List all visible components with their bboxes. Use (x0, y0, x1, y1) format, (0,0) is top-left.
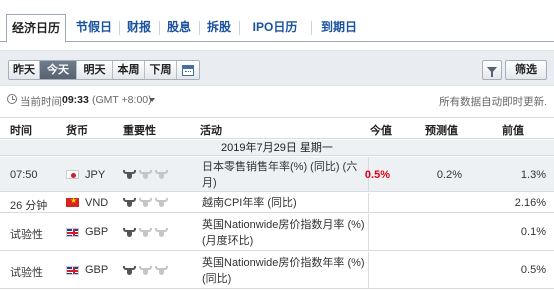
yesterday-button[interactable]: 昨天 (9, 61, 40, 79)
event-name-link[interactable]: 英国Nationwide房价指数月率 (%) (月度环比) (202, 217, 366, 249)
column-header-importance[interactable]: 重要性 (123, 122, 156, 138)
calendar-tab-bar: 经济日历 节假日 财报 股息 拆股 IPO日历 到期日 (0, 14, 554, 43)
date-group-label: 2019年7月29日 星期一 (221, 142, 333, 154)
date-range-selector: 昨天 今天 明天 本周 下周 (8, 60, 200, 80)
tab-holidays[interactable]: 节假日 (72, 14, 116, 42)
bull-icon (123, 198, 136, 207)
bull-icon (123, 266, 136, 275)
importance-rating (123, 266, 168, 275)
tab-divider (311, 21, 312, 35)
auto-update-note: 所有数据自动即时更新. (439, 96, 547, 108)
tab-expiration[interactable]: 到期日 (314, 14, 364, 42)
column-header-actual[interactable]: 今值 (370, 122, 392, 138)
event-time: 26 分钟 (10, 200, 48, 212)
column-divider (368, 214, 369, 250)
column-divider (368, 252, 369, 288)
event-time: 试验性 (10, 267, 43, 279)
date-range-toolbar: 昨天 今天 明天 本周 下周 筛选 (0, 50, 554, 86)
calendar-picker-button[interactable] (177, 61, 199, 79)
tab-divider (119, 21, 120, 35)
clock-icon (7, 94, 17, 104)
table-row[interactable]: 26 分钟 VND 越南CPI年率 (同比) 2.16% (0, 193, 554, 213)
bull-icon (155, 170, 168, 179)
tab-divider (199, 21, 200, 35)
timezone-selector[interactable]: (GMT +8:00) (92, 94, 152, 106)
chevron-down-icon[interactable] (149, 98, 155, 102)
bull-icon (123, 228, 136, 237)
japan-flag-icon (66, 170, 79, 179)
current-time-value: 09:33 (62, 94, 89, 106)
bull-icon (139, 228, 152, 237)
bull-icon (155, 228, 168, 237)
column-header-forecast[interactable]: 预测值 (425, 122, 458, 138)
event-currency: VND (85, 197, 109, 209)
uk-flag-icon (66, 266, 79, 275)
event-previous: 1.3% (520, 169, 546, 181)
calendar-icon (182, 64, 194, 76)
bull-icon (123, 170, 136, 179)
column-header-previous[interactable]: 前值 (502, 122, 524, 138)
bull-icon (139, 266, 152, 275)
importance-rating (123, 198, 168, 207)
table-header: 时间 货币 重要性 活动 今值 预测值 前值 (0, 117, 554, 139)
bull-icon (139, 198, 152, 207)
column-header-currency[interactable]: 货币 (66, 122, 88, 138)
current-time-bar: 当前时间: 09:33 (GMT +8:00) 所有数据自动即时更新. (0, 92, 554, 108)
event-time: 试验性 (10, 229, 43, 241)
tab-earnings[interactable]: 财报 (122, 14, 156, 42)
column-header-event[interactable]: 活动 (200, 122, 222, 138)
uk-flag-icon (66, 228, 79, 237)
table-row[interactable]: 试验性 GBP 英国Nationwide房价指数年率 (%) (同比) 0.5% (0, 252, 554, 289)
table-row[interactable]: 试验性 GBP 英国Nationwide房价指数月率 (%) (月度环比) 0.… (0, 214, 554, 251)
event-time: 07:50 (10, 169, 38, 181)
event-name-link[interactable]: 越南CPI年率 (同比) (202, 195, 366, 211)
table-row[interactable]: 07:50 JPY 日本零售销售年率(%) (同比) (六月) 0.5% 0.2… (0, 157, 554, 192)
next-week-button[interactable]: 下周 (145, 61, 177, 79)
tab-splits[interactable]: 拆股 (202, 14, 236, 42)
bull-icon (139, 170, 152, 179)
column-header-time[interactable]: 时间 (10, 122, 32, 138)
tab-divider (159, 21, 160, 35)
tab-economic-calendar[interactable]: 经济日历 (6, 14, 66, 43)
event-currency: JPY (85, 169, 106, 181)
column-divider (368, 193, 369, 212)
tomorrow-button[interactable]: 明天 (77, 61, 113, 79)
event-name-link[interactable]: 英国Nationwide房价指数年率 (%) (同比) (202, 255, 366, 287)
tab-ipo-calendar[interactable]: IPO日历 (242, 14, 308, 42)
event-previous: 0.1% (520, 226, 546, 238)
event-currency: GBP (85, 226, 109, 238)
date-group-row: 2019年7月29日 星期一 (0, 140, 554, 156)
event-forecast: 0.2% (436, 169, 462, 181)
bull-icon (155, 266, 168, 275)
current-time-label: 当前时间: (20, 96, 65, 108)
today-button[interactable]: 今天 (40, 61, 77, 79)
event-previous: 0.5% (520, 264, 546, 276)
event-currency: GBP (85, 264, 109, 276)
funnel-icon (487, 67, 497, 77)
this-week-button[interactable]: 本周 (113, 61, 145, 79)
event-previous: 2.16% (514, 197, 546, 209)
tab-dividends[interactable]: 股息 (162, 14, 196, 42)
importance-rating (123, 170, 168, 179)
filter-button[interactable]: 筛选 (505, 60, 547, 80)
bull-icon (155, 198, 168, 207)
event-actual: 0.5% (364, 169, 390, 181)
tab-divider (239, 21, 240, 35)
vietnam-flag-icon (66, 196, 79, 207)
importance-rating (123, 228, 168, 237)
filter-icon-button[interactable] (482, 60, 502, 80)
